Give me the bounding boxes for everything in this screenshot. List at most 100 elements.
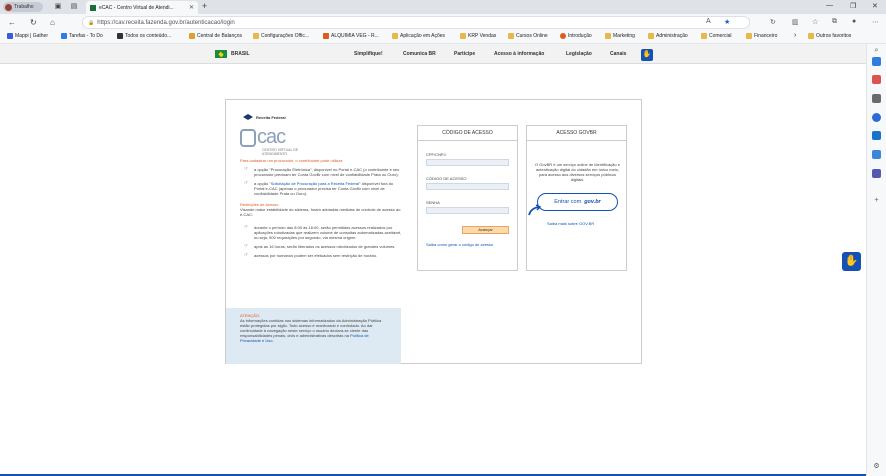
login-card: Receita Federal cac CENTRO VIRTUAL DE AT… [225,99,642,364]
settings-gear-icon[interactable]: ⚙ [872,462,881,471]
fav-item[interactable]: Tarefas - To Do [61,33,103,39]
folder-icon [648,33,654,39]
access-code-input[interactable] [426,183,509,190]
fav-item[interactable]: Administração [648,33,688,39]
fav-label: Outros favoritos [816,33,852,39]
link-acesso-informacao[interactable]: Acesso à informação [494,51,544,57]
lock-icon: 🔒 [88,19,95,26]
fav-label: Comercial [709,33,732,39]
fav-item[interactable]: Outros favoritos [808,33,851,39]
pointer-hand-icon: ☞ [244,252,249,258]
vlibras-accessibility-icon[interactable]: ✋ [842,252,861,271]
split-screen-icon[interactable]: ▥ [792,18,799,26]
fav-item[interactable]: Cursos Online [508,33,548,39]
refresh-icon[interactable]: ↻ [30,18,37,27]
fav-label: Introdução [568,33,592,39]
fav-label: Central de Balanços [197,33,243,39]
govbr-login-button[interactable]: Entrar com gov.br [537,193,618,211]
folder-icon [746,33,752,39]
brasil-link[interactable]: BRASIL [231,51,250,57]
link-participe[interactable]: Participe [454,51,475,57]
govbr-description: O GovBR é um serviço online de identific… [535,162,620,182]
url-text: https://cav.receita.fazenda.gov.br/auten… [97,19,235,26]
address-bar[interactable]: 🔒 https://cav.receita.fazenda.gov.br/aut… [82,16,750,29]
fav-item[interactable]: Todos os conteúdo... [117,33,171,39]
bullet-text: após as 16 horas, serão liberados os ace… [254,244,396,249]
fav-item[interactable]: Marketing [605,33,635,39]
generate-code-link[interactable]: Saiba como gerar o código de acesso [426,242,493,247]
accessibility-icon[interactable]: ✋ [641,49,653,61]
tab-actions-icon[interactable]: ▤ [70,3,78,11]
bullet-text: a opção "Procuração Eletrônica", disponí… [254,167,400,177]
list-item: ☞ a opção "Procuração Eletrônica", dispon… [240,167,403,178]
pointer-hand-icon: ☞ [244,180,249,186]
folder-icon [701,33,707,39]
add-icon[interactable]: + [872,196,881,205]
pointer-hand-icon: ☞ [244,224,249,230]
rf-label: Receita Federal [256,114,286,120]
workspaces-icon[interactable]: ▣ [54,3,62,11]
favorite-icon [117,33,123,39]
link-simplifique[interactable]: Simplifique! [354,51,383,57]
new-tab-icon[interactable]: + [202,1,207,11]
info-section: Para cadastrar um procurador, o contribu… [240,158,403,258]
gov-header-bar: BRASIL Simplifique! Comunica BR Particip… [0,44,866,64]
favorite-star-icon[interactable]: ★ [724,18,730,26]
more-icon[interactable]: ⋯ [872,18,879,26]
fav-item[interactable]: Financeiro [746,33,777,39]
copilot-icon[interactable] [872,113,881,122]
cpf-input[interactable] [426,159,509,166]
fav-item[interactable]: Mappi | Gather [7,33,48,39]
home-icon[interactable]: ⌂ [50,18,55,27]
outlook-icon[interactable] [872,131,881,140]
favorites-icon[interactable]: ☆ [812,18,818,26]
submit-button[interactable]: Avançar [462,226,509,234]
procurador-header: Para cadastrar um procurador, o contribu… [240,158,344,163]
check-icon [61,33,67,39]
browser-tab-bar: Trabalho ▣ ▤ eCAC - Centro Virtual de At… [0,0,886,14]
minimize-icon[interactable]: — [826,2,833,9]
link-legislacao[interactable]: Legislação [566,51,592,57]
link-comunica-br[interactable]: Comunica BR [403,51,436,57]
fav-item[interactable]: ALQUIMIA VEG - R... [323,33,379,39]
access-code-panel: CÓDIGO DE ACESSO CPF/CNPJ: CÓDIGO DE ACE… [417,125,518,271]
fav-item[interactable]: Introdução [560,33,592,39]
folder-icon [508,33,514,39]
bullet-text: acessos por humanos podem ser efetuados … [254,253,378,258]
search-icon[interactable]: ⌕ [872,46,881,55]
link-canais[interactable]: Canais [610,51,626,57]
maximize-icon[interactable]: ❐ [850,2,856,10]
list-item: ☞ acessos por humanos podem ser efetuados… [240,252,403,259]
chevron-right-icon[interactable]: › [794,32,796,39]
shopping-bag-icon[interactable] [872,75,881,84]
fav-label: Financeiro [754,33,778,39]
password-input[interactable] [426,207,509,214]
tools-icon[interactable] [872,94,881,103]
fav-item[interactable]: KRP Vendas [460,33,496,39]
ecac-favicon [90,4,96,11]
brazil-flag-icon [215,50,227,58]
back-icon[interactable]: ← [8,18,16,27]
fav-label: Administração [656,33,688,39]
refresh-sync-icon[interactable]: ↻ [770,18,776,26]
warning-box: ATENÇÃO: As informações contidas nos sis… [226,308,401,364]
avatar [5,3,12,11]
fav-item[interactable]: Aplicação em Ações [392,33,445,39]
profile-icon[interactable]: ● [852,18,856,25]
govbr-more-link[interactable]: Saiba mais sobre GOV.BR [547,221,594,226]
read-aloud-icon[interactable]: A [706,18,711,25]
fav-item[interactable]: Configurações Offic... [253,33,309,39]
bullet-text: durante o período das 8:00 às 16:00, ser… [254,225,402,240]
fav-item[interactable]: Comercial [701,33,732,39]
favorites-bar: Mappi | Gather Tarefas - To Do Todos os … [0,31,886,44]
teams-icon[interactable] [872,169,881,178]
profile-button[interactable]: Trabalho [3,2,43,12]
tag-icon[interactable] [872,57,881,66]
govbr-button-label: Entrar com [554,199,582,205]
fav-item[interactable]: Central de Balanços [189,33,242,39]
tab-ecac[interactable]: eCAC - Centro Virtual de Atendi... ✕ [86,1,198,14]
send-icon[interactable] [872,150,881,159]
window-close-icon[interactable]: ✕ [872,2,878,10]
close-tab-icon[interactable]: ✕ [189,4,194,11]
collections-icon[interactable]: ⧉ [832,18,837,26]
